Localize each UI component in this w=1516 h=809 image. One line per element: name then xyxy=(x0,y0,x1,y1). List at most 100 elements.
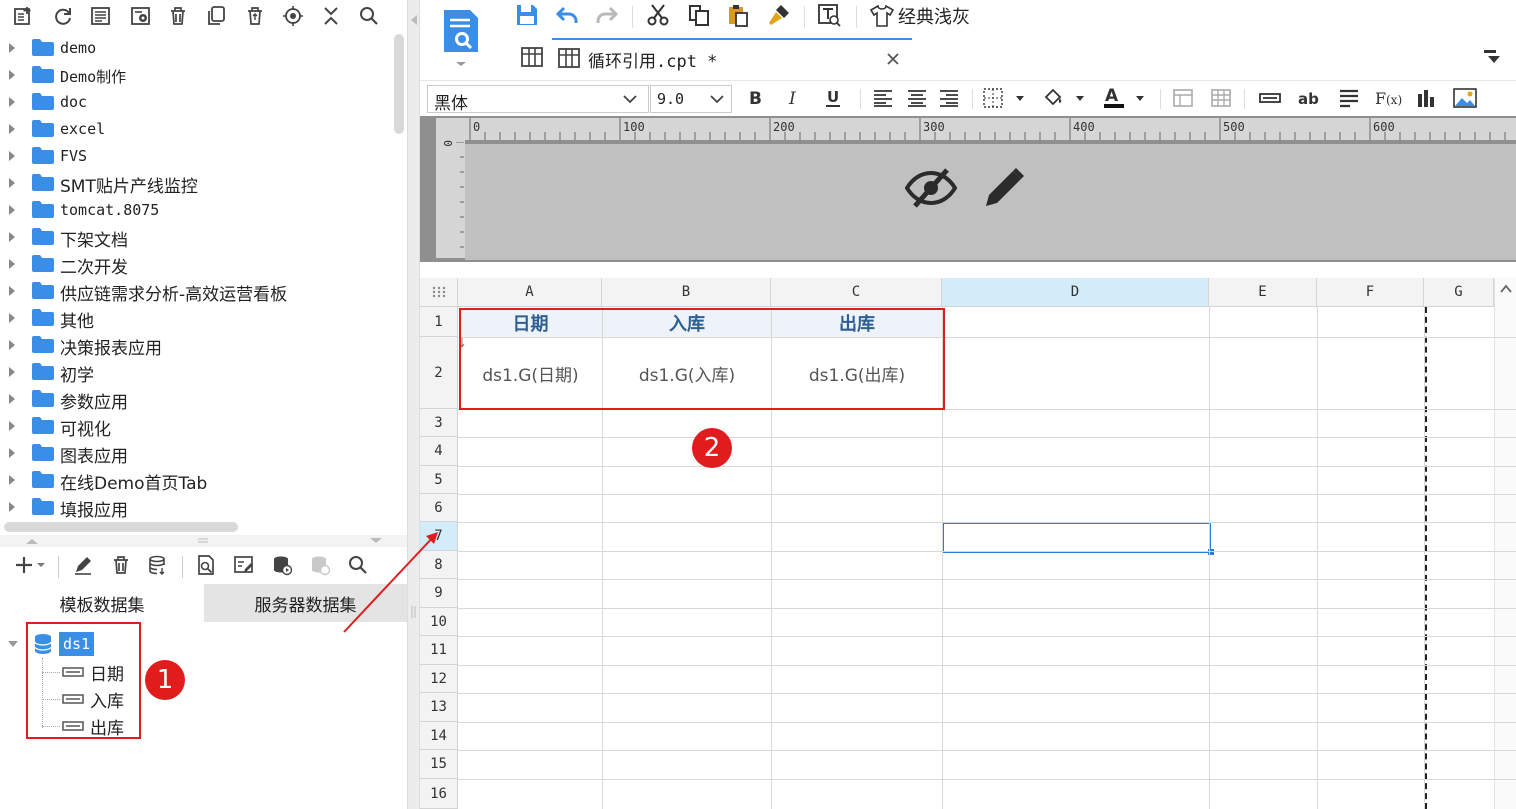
align-center-icon[interactable] xyxy=(904,85,930,111)
edit-pencil-icon[interactable] xyxy=(980,164,1028,212)
chevron-up-icon[interactable] xyxy=(24,537,40,545)
expand-arrow-icon[interactable] xyxy=(9,367,15,377)
column-header-C[interactable]: C xyxy=(771,278,942,307)
delete-icon[interactable] xyxy=(165,3,191,29)
row-header-14[interactable]: 14 xyxy=(420,722,458,750)
server-dataset-icon[interactable] xyxy=(269,552,295,578)
dataset-edit-icon[interactable] xyxy=(231,552,257,578)
align-right-icon[interactable] xyxy=(936,85,962,111)
expand-arrow-icon[interactable] xyxy=(9,97,15,107)
collapse-left-icon[interactable] xyxy=(410,14,418,26)
column-header-A[interactable]: A xyxy=(458,278,602,307)
rich-text-icon[interactable] xyxy=(1336,85,1362,111)
paste-icon[interactable] xyxy=(725,2,751,28)
cut-icon[interactable] xyxy=(645,2,671,28)
expand-arrow-icon[interactable] xyxy=(9,286,15,296)
column-header-G[interactable]: G xyxy=(1424,278,1494,307)
row-header-3[interactable]: 3 xyxy=(420,409,458,437)
tree-item[interactable]: 图表应用 xyxy=(0,439,392,467)
tree-item[interactable]: Demo制作 xyxy=(0,61,392,88)
locate-icon[interactable] xyxy=(280,3,306,29)
tree-item[interactable]: 参数应用 xyxy=(0,385,392,413)
bold-icon[interactable]: B xyxy=(742,85,768,111)
column-header-B[interactable]: B xyxy=(602,278,771,307)
tree-item[interactable]: SMT贴片产线监控 xyxy=(0,169,392,197)
unmerge-cell-icon[interactable] xyxy=(1208,85,1234,111)
expand-arrow-icon[interactable] xyxy=(8,640,18,648)
column-header-E[interactable]: E xyxy=(1209,278,1317,307)
file-list-icon[interactable] xyxy=(88,3,114,29)
eye-hidden-icon[interactable] xyxy=(905,166,957,210)
tree-item[interactable]: demo xyxy=(0,34,392,61)
tree-item[interactable]: 初学 xyxy=(0,358,392,386)
tree-item[interactable]: 供应链需求分析-高效运营看板 xyxy=(0,277,392,305)
expand-arrow-icon[interactable] xyxy=(9,259,15,269)
expand-arrow-icon[interactable] xyxy=(9,124,15,134)
search-icon[interactable] xyxy=(356,3,382,29)
copy-icon[interactable] xyxy=(686,2,712,28)
align-left-icon[interactable] xyxy=(870,85,896,111)
tree-item[interactable]: tomcat.8075 xyxy=(0,196,392,223)
text-field-icon[interactable] xyxy=(1257,85,1283,111)
expand-arrow-icon[interactable] xyxy=(9,502,15,512)
tab-template-dataset[interactable]: 模板数据集 xyxy=(0,584,204,622)
format-painter-icon[interactable] xyxy=(766,2,792,28)
expand-arrow-icon[interactable] xyxy=(9,340,15,350)
redo-icon[interactable] xyxy=(594,2,620,28)
tree-item[interactable]: FVS xyxy=(0,142,392,169)
tree-horizontal-scrollbar[interactable] xyxy=(4,522,238,532)
tree-vertical-scrollbar[interactable] xyxy=(394,34,404,134)
theme-button[interactable]: 经典浅灰 xyxy=(870,3,970,29)
delete-icon[interactable] xyxy=(108,552,134,578)
preview-icon[interactable] xyxy=(193,552,219,578)
sheet-layout-button[interactable] xyxy=(512,38,552,76)
settings-icon[interactable] xyxy=(128,3,154,29)
select-all-corner[interactable] xyxy=(420,278,458,307)
expand-arrow-icon[interactable] xyxy=(9,70,15,80)
database-icon[interactable] xyxy=(145,552,171,578)
font-family-select[interactable]: 黑体 xyxy=(427,85,649,114)
selected-cell-D7[interactable] xyxy=(942,522,1211,553)
text-template-icon[interactable] xyxy=(816,2,842,28)
border-button[interactable] xyxy=(982,85,1028,111)
image-icon[interactable] xyxy=(1452,85,1478,111)
expand-arrow-icon[interactable] xyxy=(9,394,15,404)
page-header-area[interactable] xyxy=(465,144,1516,260)
tree-item[interactable]: excel xyxy=(0,115,392,142)
edit-icon[interactable] xyxy=(70,552,96,578)
underline-icon[interactable]: U xyxy=(820,85,846,111)
file-tab[interactable]: 循环引用.cpt * xyxy=(552,38,912,76)
grid-vertical-scrollbar[interactable] xyxy=(1494,278,1516,809)
tab-list-icon[interactable] xyxy=(1482,48,1502,66)
tree-item[interactable]: 在线Demo首页Tab xyxy=(0,466,392,494)
row-header-5[interactable]: 5 xyxy=(420,466,458,494)
collapse-icon[interactable] xyxy=(318,3,344,29)
row-header-1[interactable]: 1 xyxy=(420,307,458,337)
tree-item[interactable]: 二次开发 xyxy=(0,250,392,278)
column-header-F[interactable]: F xyxy=(1317,278,1424,307)
expand-arrow-icon[interactable] xyxy=(9,151,15,161)
expand-arrow-icon[interactable] xyxy=(9,232,15,242)
copy-icon[interactable] xyxy=(203,3,229,29)
row-header-13[interactable]: 13 xyxy=(420,693,458,722)
close-icon[interactable] xyxy=(886,52,900,66)
row-header-15[interactable]: 15 xyxy=(420,750,458,779)
column-header-D[interactable]: D xyxy=(942,278,1209,307)
row-header-12[interactable]: 12 xyxy=(420,665,458,693)
fill-color-button[interactable] xyxy=(1042,85,1088,111)
expand-arrow-icon[interactable] xyxy=(9,205,15,215)
grip-icon[interactable] xyxy=(196,538,210,544)
merge-cell-icon[interactable] xyxy=(1170,85,1196,111)
save-icon[interactable] xyxy=(514,2,540,28)
recycle-icon[interactable] xyxy=(242,3,268,29)
text-cell-icon[interactable]: ab xyxy=(1296,85,1322,111)
tree-item[interactable]: 决策报表应用 xyxy=(0,331,392,359)
chart-icon[interactable] xyxy=(1414,85,1440,111)
italic-icon[interactable]: I xyxy=(780,85,806,111)
row-header-6[interactable]: 6 xyxy=(420,494,458,522)
expand-arrow-icon[interactable] xyxy=(9,313,15,323)
row-header-4[interactable]: 4 xyxy=(420,437,458,466)
row-header-11[interactable]: 11 xyxy=(420,636,458,665)
formula-icon[interactable]: F (x) xyxy=(1374,85,1404,111)
font-color-button[interactable]: A xyxy=(1102,85,1148,111)
